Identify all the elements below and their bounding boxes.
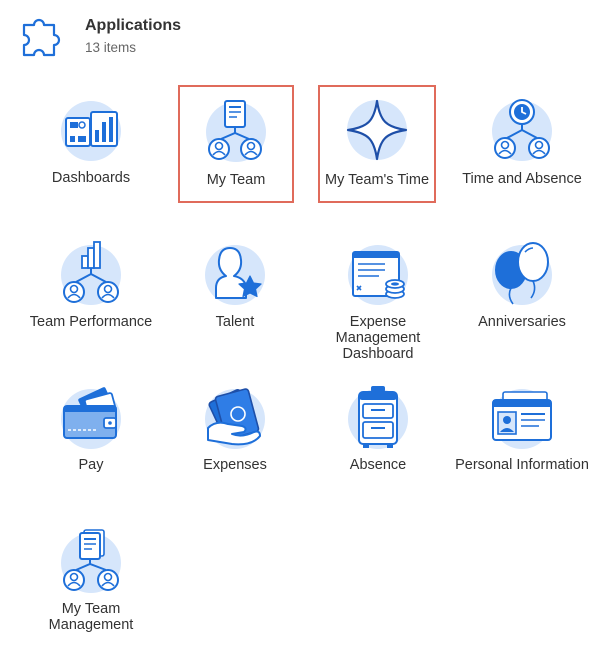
app-tile-anniversaries[interactable]: Anniversaries bbox=[464, 232, 580, 352]
app-label: Expenses bbox=[203, 457, 267, 473]
app-label: Time and Absence bbox=[462, 171, 582, 187]
clock-team-icon bbox=[492, 99, 552, 161]
team-org-icon bbox=[206, 100, 266, 162]
app-tile-dashboards[interactable]: Dashboards bbox=[33, 86, 149, 206]
team-performance-icon bbox=[61, 241, 121, 305]
app-label: Pay bbox=[78, 457, 104, 473]
app-label: Personal Information bbox=[455, 457, 589, 473]
app-tile-team-performance[interactable]: Team Performance bbox=[30, 232, 152, 352]
team-management-icon bbox=[61, 529, 121, 593]
app-label: Team Performance bbox=[29, 314, 153, 330]
wallet-money-icon bbox=[61, 387, 121, 449]
app-label: My Team bbox=[206, 172, 266, 188]
app-label: Expense Management Dashboard bbox=[335, 314, 421, 362]
item-count: 13 items bbox=[85, 40, 137, 55]
app-tile-my-team-management[interactable]: My Team Management bbox=[33, 520, 149, 640]
balloons-icon bbox=[492, 242, 552, 305]
app-label: My Team Management bbox=[48, 601, 134, 633]
applications-header: Applications 13 items bbox=[0, 0, 599, 70]
app-tile-absence[interactable]: Absence bbox=[320, 376, 436, 496]
page-title: Applications bbox=[85, 17, 182, 34]
puzzle-piece-icon bbox=[22, 18, 61, 57]
hand-cash-icon bbox=[205, 388, 265, 449]
app-tile-pay[interactable]: Pay bbox=[33, 376, 149, 496]
dashboards-icon bbox=[61, 101, 121, 161]
app-tile-my-team[interactable]: My Team bbox=[178, 85, 294, 203]
talent-person-star-icon bbox=[205, 245, 265, 305]
app-label: Anniversaries bbox=[478, 314, 566, 330]
id-card-icon bbox=[492, 389, 552, 449]
app-tile-talent[interactable]: Talent bbox=[177, 232, 293, 352]
app-tile-my-teams-time[interactable]: My Team's Time bbox=[318, 85, 436, 203]
expense-report-coins-icon bbox=[348, 245, 408, 305]
app-label: Absence bbox=[349, 457, 407, 473]
app-tile-expenses[interactable]: Expenses bbox=[177, 376, 293, 496]
app-tile-time-and-absence[interactable]: Time and Absence bbox=[462, 86, 582, 206]
app-label: My Team's Time bbox=[324, 172, 430, 188]
app-tile-expense-management-dashboard[interactable]: Expense Management Dashboard bbox=[320, 232, 436, 362]
app-label: Talent bbox=[215, 314, 255, 330]
suitcase-icon bbox=[348, 386, 408, 449]
sparkle-star-icon bbox=[346, 99, 408, 161]
app-label: Dashboards bbox=[51, 170, 131, 186]
app-tile-personal-information[interactable]: Personal Information bbox=[455, 376, 589, 496]
